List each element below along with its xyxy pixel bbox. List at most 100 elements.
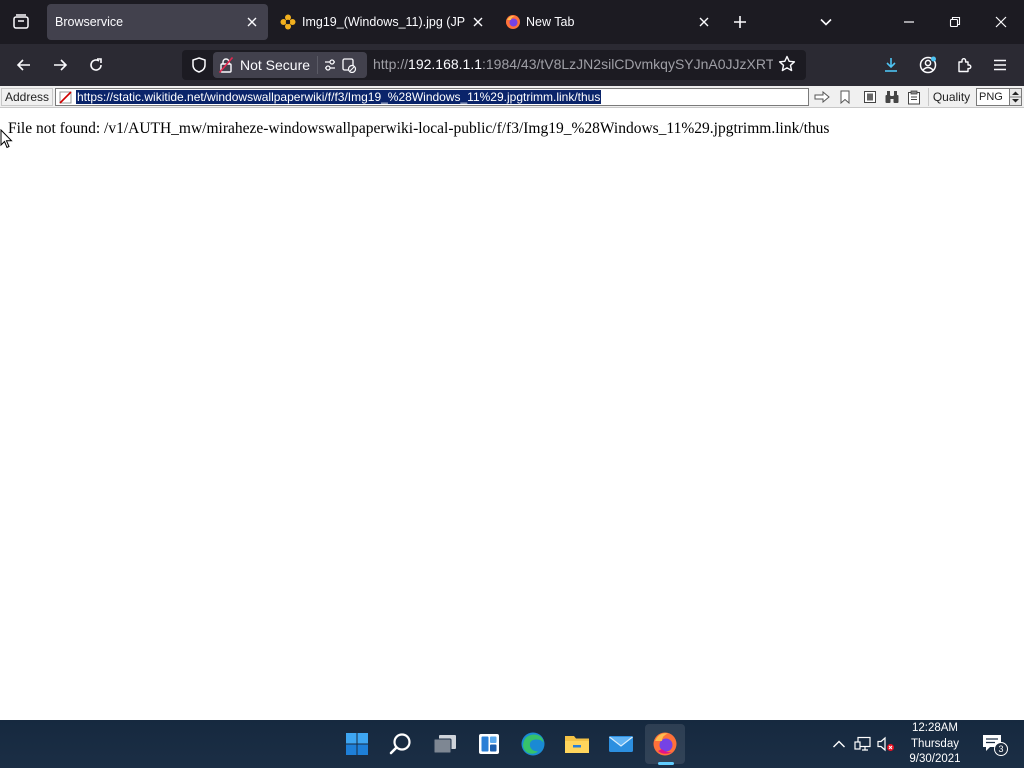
- chevron-down-icon: [820, 18, 832, 26]
- windows-logo-icon: [346, 733, 368, 755]
- browservice-address-field[interactable]: https://static.wikitide.net/windowswallp…: [55, 88, 809, 106]
- start-button[interactable]: [337, 724, 377, 764]
- network-button[interactable]: [853, 734, 873, 754]
- extensions-button[interactable]: [949, 50, 979, 80]
- task-view-button[interactable]: [425, 724, 465, 764]
- downloads-button[interactable]: [876, 50, 906, 80]
- close-icon: [995, 16, 1007, 28]
- puzzle-icon: [958, 58, 972, 73]
- tab-strip: Browservice Img19_(Windows_11).jpg (JPEG…: [0, 0, 1024, 44]
- arrow-left-icon: [16, 59, 30, 71]
- network-icon: [854, 736, 871, 751]
- quality-selector[interactable]: PNG: [976, 88, 1022, 106]
- divider: [317, 56, 318, 74]
- reload-button[interactable]: [81, 50, 111, 80]
- edge-icon: [521, 732, 545, 756]
- notification-count-badge: 3: [994, 742, 1008, 756]
- clock-date: 9/30/2021: [909, 753, 961, 765]
- search-button[interactable]: [381, 724, 421, 764]
- taskbar: 12:28AM Thursday 9/30/2021 3: [0, 720, 1024, 768]
- clock-time: 12:28AM: [911, 722, 959, 734]
- clock[interactable]: 12:28AM Thursday 9/30/2021: [900, 721, 970, 768]
- close-tab-button[interactable]: [470, 14, 486, 30]
- flower-icon: [280, 14, 296, 30]
- close-icon: [247, 17, 257, 27]
- close-tab-button[interactable]: [696, 14, 712, 30]
- account-button[interactable]: [913, 50, 943, 80]
- quality-spinner[interactable]: [1009, 89, 1021, 105]
- permissions-icon[interactable]: [323, 57, 359, 73]
- folder-icon: [565, 736, 589, 753]
- widgets-button[interactable]: [469, 724, 509, 764]
- shield-icon: [192, 57, 206, 73]
- url-path: :1984/43/tV8LzJN2silCDvmkqySYJnA0JJzXRTs…: [482, 56, 773, 72]
- chevron-up-icon: [833, 740, 845, 748]
- plus-icon: [734, 16, 746, 28]
- no-favicon-icon: [59, 91, 72, 104]
- save-page-button[interactable]: [861, 89, 878, 105]
- edge-button[interactable]: [513, 724, 553, 764]
- list-all-tabs-button[interactable]: [812, 6, 840, 38]
- bookmark-star-icon[interactable]: [778, 55, 796, 73]
- url-text[interactable]: http://192.168.1.1:1984/43/tV8LzJN2silCD…: [373, 56, 773, 72]
- file-explorer-button[interactable]: [557, 724, 597, 764]
- tab-label: New Tab: [526, 15, 575, 29]
- insecure-lock-icon: [219, 57, 233, 73]
- arrow-right-icon: [54, 59, 68, 71]
- active-app-indicator: [658, 762, 674, 765]
- restore-button[interactable]: [932, 0, 978, 44]
- back-button[interactable]: [9, 50, 39, 80]
- firefox-view-button[interactable]: [0, 0, 42, 44]
- mail-icon: [609, 736, 633, 752]
- url-host: 192.168.1.1: [408, 56, 482, 72]
- download-icon: [885, 58, 897, 72]
- close-tab-button[interactable]: [244, 14, 260, 30]
- clipboard-icon: [907, 90, 920, 104]
- new-tab-button[interactable]: [726, 6, 754, 38]
- bookmark-icon: [840, 90, 849, 104]
- page-content: File not found: /v1/AUTH_mw/miraheze-win…: [0, 108, 1024, 720]
- firefox-view-icon: [13, 14, 29, 29]
- document-icon: [863, 91, 876, 103]
- browservice-toolbar: Address https://static.wikitide.net/wind…: [0, 86, 1024, 108]
- search-icon: [389, 733, 411, 755]
- address-label: Address: [1, 88, 53, 106]
- error-message: File not found: /v1/AUTH_mw/miraheze-win…: [8, 120, 830, 137]
- show-hidden-icons-button[interactable]: [829, 734, 849, 754]
- bookmark-button[interactable]: [836, 89, 853, 105]
- volume-button[interactable]: [876, 734, 896, 754]
- tracking-protection-button[interactable]: [186, 53, 212, 77]
- find-button[interactable]: [883, 89, 900, 105]
- close-icon: [473, 17, 483, 27]
- volume-muted-icon: [877, 736, 894, 752]
- quality-value: PNG: [979, 91, 1003, 103]
- mouse-cursor-icon: [0, 129, 13, 149]
- tab-browservice[interactable]: Browservice: [47, 4, 268, 40]
- tab-label: Browservice: [55, 15, 124, 29]
- tab-label: Img19_(Windows_11).jpg (JPEG: [302, 15, 465, 29]
- firefox-taskbar-button[interactable]: [645, 724, 685, 764]
- close-window-button[interactable]: [978, 0, 1024, 44]
- firefox-icon: [653, 732, 677, 756]
- navigation-toolbar: Not Secure http://192.168.1.1:1984/43/tV…: [0, 44, 1024, 86]
- url-prefix: http://: [373, 56, 409, 72]
- notification-center-button[interactable]: 3: [982, 734, 1008, 756]
- minimize-button[interactable]: [886, 0, 932, 44]
- spinner-arrows-icon: [1010, 91, 1021, 103]
- tab-img19[interactable]: Img19_(Windows_11).jpg (JPEG: [272, 4, 494, 40]
- menu-button[interactable]: [985, 50, 1015, 80]
- go-button[interactable]: [813, 89, 830, 105]
- firefox-icon: [506, 15, 520, 29]
- tab-new-tab[interactable]: New Tab: [498, 4, 720, 40]
- clipboard-button[interactable]: [905, 89, 922, 105]
- forward-button[interactable]: [45, 50, 75, 80]
- mail-button[interactable]: [601, 724, 641, 764]
- clock-day: Thursday: [911, 737, 959, 750]
- site-security-button[interactable]: Not Secure: [213, 52, 367, 78]
- url-bar[interactable]: Not Secure http://192.168.1.1:1984/43/tV…: [182, 50, 806, 80]
- security-label: Not Secure: [240, 57, 311, 73]
- hamburger-menu-icon: [994, 59, 1006, 71]
- address-value: https://static.wikitide.net/windowswallp…: [76, 90, 602, 104]
- binoculars-icon: [885, 91, 898, 103]
- close-icon: [699, 17, 709, 27]
